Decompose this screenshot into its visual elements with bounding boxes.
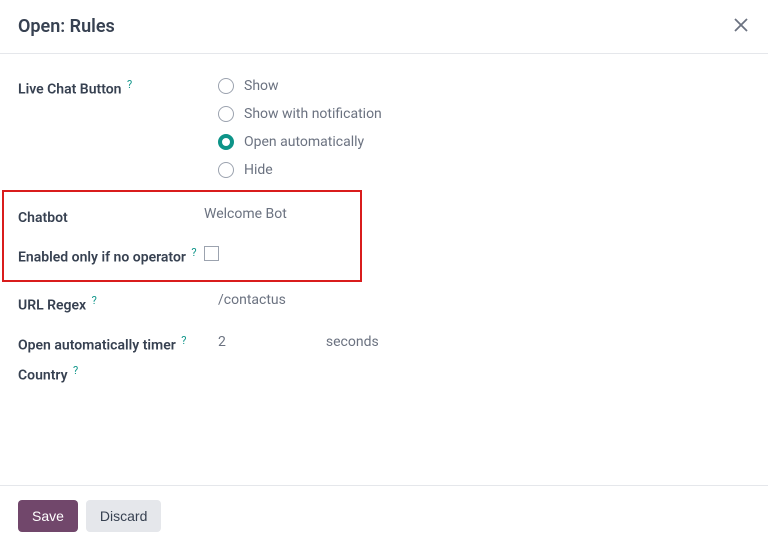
open-auto-timer-label: Open automatically timer: [18, 338, 176, 354]
open-auto-timer-unit: seconds: [326, 332, 379, 350]
radio-label: Show: [244, 78, 279, 94]
discard-button[interactable]: Discard: [86, 500, 161, 532]
open-auto-timer-value[interactable]: 2: [218, 332, 226, 350]
radio-icon: [218, 106, 234, 122]
enabled-only-no-operator-checkbox[interactable]: [204, 246, 219, 261]
radio-open-automatically[interactable]: Open automatically: [218, 134, 750, 150]
title-text: Rules: [70, 16, 115, 37]
url-regex-value[interactable]: /contactus: [218, 290, 286, 308]
close-button[interactable]: [732, 16, 750, 37]
radio-label: Open automatically: [244, 134, 364, 150]
radio-label: Hide: [244, 162, 273, 178]
radio-icon: [218, 78, 234, 94]
help-icon[interactable]: ?: [73, 364, 78, 377]
help-icon[interactable]: ?: [191, 246, 196, 259]
live-chat-button-label: Live Chat Button: [18, 82, 122, 98]
radio-show-notification[interactable]: Show with notification: [218, 106, 750, 122]
help-icon[interactable]: ?: [92, 294, 97, 307]
country-label: Country: [18, 368, 68, 384]
title-prefix: Open:: [18, 16, 65, 37]
close-icon: [732, 16, 750, 37]
radio-show[interactable]: Show: [218, 78, 750, 94]
radio-icon: [218, 162, 234, 178]
radio-hide[interactable]: Hide: [218, 162, 750, 178]
radio-label: Show with notification: [244, 106, 382, 122]
help-icon[interactable]: ?: [181, 334, 186, 347]
radio-icon-selected: [218, 134, 234, 150]
chatbot-value[interactable]: Welcome Bot: [204, 204, 287, 222]
chatbot-label: Chatbot: [18, 210, 68, 226]
live-chat-button-radio-group: Show Show with notification Open automat…: [218, 76, 750, 178]
enabled-only-no-operator-label: Enabled only if no operator: [18, 250, 186, 266]
help-icon[interactable]: ?: [127, 78, 132, 91]
dialog-title: Open: Rules: [18, 16, 115, 37]
url-regex-label: URL Regex: [18, 298, 86, 314]
chatbot-highlight-box: Chatbot Welcome Bot Enabled only if no o…: [2, 190, 362, 282]
save-button[interactable]: Save: [18, 500, 78, 532]
